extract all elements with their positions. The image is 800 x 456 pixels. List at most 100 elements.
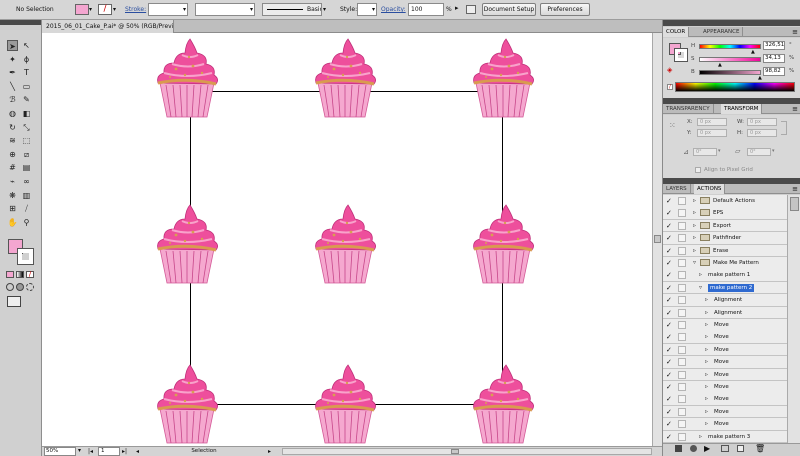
cupcake-artwork[interactable] [468,363,538,445]
opacity-field[interactable]: 100 [408,3,444,16]
draw-behind-icon[interactable] [16,283,24,291]
action-row[interactable]: ✓ ▹ Move [663,418,787,431]
symbol-sprayer-tool-icon[interactable]: ❋ [7,190,18,201]
collapsed-triangle-icon[interactable]: ▹ [699,433,702,441]
toggle-item-checkbox[interactable]: ✓ [666,271,674,279]
action-row[interactable]: ✓ ▹ Move [663,368,787,382]
first-artboard-icon[interactable]: |◂ [88,448,93,455]
action-row[interactable]: ✓ ▹ Default Actions [663,195,787,208]
artboard-navigator[interactable]: 1 [98,447,120,456]
status-mode[interactable]: Selection [144,447,264,456]
toggle-dialog-checkbox[interactable] [678,234,686,243]
shear-field[interactable]: 0° [747,148,771,156]
zoom-dropdown-icon[interactable]: ▾ [78,447,81,454]
collapsed-triangle-icon[interactable]: ▹ [705,333,708,341]
stroke-weight-field[interactable]: ▾ [148,3,188,16]
action-row[interactable]: ✓ ▹ Alignment [663,294,787,307]
none-color-icon[interactable]: / [667,84,673,90]
action-row[interactable]: ✓ ▹ Move [663,356,787,369]
toggle-item-checkbox[interactable]: ✓ [666,383,674,391]
collapsed-triangle-icon[interactable]: ▹ [705,371,708,379]
eyedropper-tool-icon[interactable]: ⌁ [7,176,18,187]
out-of-gamut-icon[interactable]: ◈ [667,66,675,74]
new-set-icon[interactable] [721,445,729,452]
action-row[interactable]: ✓ ▹ Move [663,381,787,394]
stop-icon[interactable] [675,445,682,452]
action-row[interactable]: ✓ ▹ Erase [663,244,787,258]
action-row[interactable]: ✓ ▿ Make Me Pattern [663,257,787,270]
direct-selection-tool-icon[interactable]: ↖ [21,40,32,51]
collapsed-triangle-icon[interactable]: ▹ [693,222,696,230]
action-row[interactable]: ✓ ▹ Move [663,393,787,406]
hand-tool-icon[interactable]: ✋ [7,217,18,228]
slice-tool-icon[interactable]: ⧸ [21,203,32,214]
expanded-triangle-icon[interactable]: ▿ [699,284,702,292]
toggle-dialog-checkbox[interactable] [678,209,686,218]
action-row[interactable]: ✓ ▹ Move [663,405,787,419]
action-row[interactable]: ✓ ▿ make pattern 2 [663,281,787,295]
toggle-dialog-checkbox[interactable] [678,221,686,230]
document-tab[interactable]: 2015_06_01_Cake_P.ai* @ 50% (RGB/Preview… [42,20,174,33]
collapsed-triangle-icon[interactable]: ▹ [705,420,708,428]
blend-tool-icon[interactable]: ∞ [21,176,32,187]
toggle-dialog-checkbox[interactable] [678,370,686,379]
none-mode-icon[interactable]: / [26,271,34,278]
s-field[interactable]: 34,13 [763,54,785,63]
lasso-tool-icon[interactable]: ϕ [21,54,32,65]
toggle-item-checkbox[interactable]: ✓ [666,408,674,416]
vertical-scrollbar[interactable] [652,33,662,446]
draw-inside-icon[interactable] [26,283,34,291]
h-field[interactable]: 326,51 [763,41,785,50]
cupcake-artwork[interactable] [152,363,222,445]
action-row[interactable]: ✓ ▹ make pattern 1 [663,269,787,282]
toggle-dialog-checkbox[interactable] [678,259,686,267]
toggle-item-checkbox[interactable]: ✓ [666,222,674,230]
toggle-item-checkbox[interactable]: ✓ [666,358,674,366]
shape-builder-tool-icon[interactable]: ⊕ [7,149,18,160]
actions-scroll-thumb[interactable] [790,197,799,211]
toggle-item-checkbox[interactable]: ✓ [666,309,674,317]
toggle-dialog-checkbox[interactable] [678,197,686,205]
stroke-label[interactable]: Stroke: [125,6,146,13]
blob-brush-tool-icon[interactable]: ◍ [7,108,18,119]
toggle-item-checkbox[interactable]: ✓ [666,420,674,428]
canvas[interactable] [42,33,652,446]
constrain-proportions-icon[interactable] [781,121,787,135]
next-artboard-icon[interactable]: ▸| [122,448,127,455]
record-icon[interactable] [690,445,697,452]
collapsed-triangle-icon[interactable]: ▹ [699,271,702,279]
tab-appearance[interactable]: APPEARANCE [700,27,744,37]
saturation-slider[interactable] [699,57,761,62]
rotate-tool-icon[interactable]: ↻ [7,122,18,133]
action-row[interactable]: ✓ ▹ EPS [663,207,787,220]
vertical-scroll-thumb[interactable] [654,235,661,243]
collapsed-triangle-icon[interactable]: ▹ [705,395,708,403]
draw-normal-icon[interactable] [6,283,14,291]
b-field[interactable]: 98,82 [763,67,785,76]
scale-tool-icon[interactable]: ⤡ [21,122,32,133]
collapsed-triangle-icon[interactable]: ▹ [705,358,708,366]
toggle-item-checkbox[interactable]: ✓ [666,433,674,441]
panel-stroke-swatch[interactable] [674,48,688,62]
opacity-label[interactable]: Opacity: [381,6,406,13]
toggle-item-checkbox[interactable]: ✓ [666,395,674,403]
action-row[interactable]: ✓ ▹ Pathfinder [663,232,787,245]
w-field[interactable]: 0 px [747,118,777,126]
toggle-dialog-checkbox[interactable] [678,246,686,255]
actions-scrollbar[interactable] [787,195,800,443]
variable-width-profile[interactable]: ▾ [195,3,255,16]
eraser-tool-icon[interactable]: ◧ [21,108,32,119]
toggle-item-checkbox[interactable]: ✓ [666,234,674,242]
collapsed-triangle-icon[interactable]: ▹ [705,321,708,329]
cupcake-artwork[interactable] [152,203,222,285]
preferences-button[interactable]: Preferences [540,3,590,16]
toggle-dialog-checkbox[interactable] [678,333,686,342]
saturation-slider-handle-icon[interactable]: ▲ [718,62,722,68]
x-field[interactable]: 0 px [697,118,727,126]
collapsed-triangle-icon[interactable]: ▹ [693,197,696,205]
style-dropdown-icon[interactable]: ▾ [372,4,376,15]
align-pixel-grid-checkbox[interactable] [695,167,701,173]
tab-transparency[interactable]: TRANSPARENCY [663,104,714,114]
tab-actions[interactable]: ACTIONS [694,184,726,194]
toggle-dialog-checkbox[interactable] [678,345,686,354]
